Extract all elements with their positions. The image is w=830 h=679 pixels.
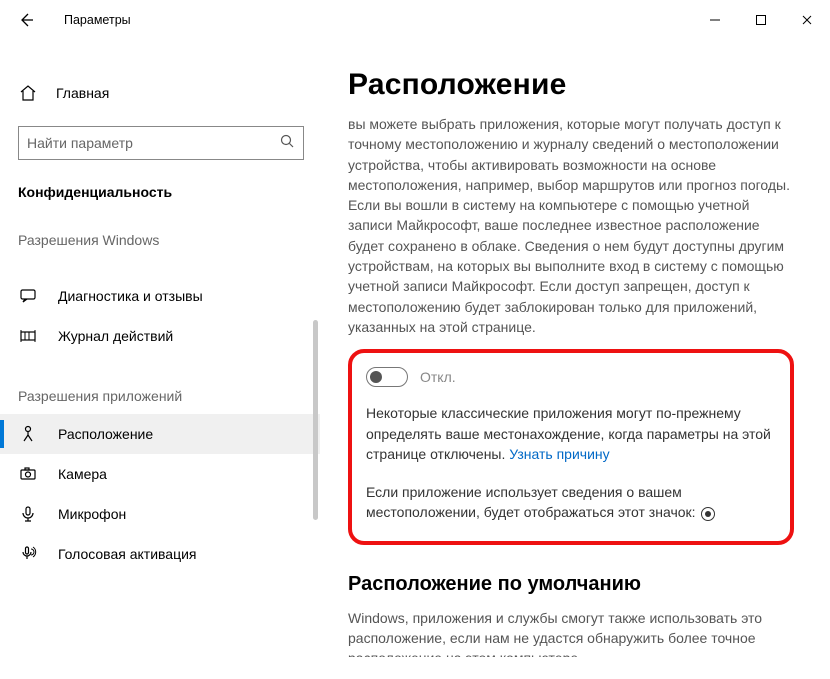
location-description: вы можете выбрать приложения, которые мо… xyxy=(348,114,794,337)
sidebar-item-label: Журнал действий xyxy=(58,328,173,344)
titlebar: Параметры xyxy=(0,0,830,40)
sidebar-item-microphone[interactable]: Микрофон xyxy=(0,494,320,534)
search-icon xyxy=(275,133,299,154)
sidebar-item-label: Микрофон xyxy=(58,506,126,522)
sidebar-home-label: Главная xyxy=(56,85,109,101)
indicator-text: Если приложение использует сведения о ва… xyxy=(366,484,699,520)
camera-icon xyxy=(18,465,38,483)
sidebar-item-camera[interactable]: Камера xyxy=(0,454,320,494)
search-box[interactable] xyxy=(18,126,304,160)
sidebar-item-label: Расположение xyxy=(58,426,153,442)
classic-apps-note: Некоторые классические приложения могут … xyxy=(366,403,776,464)
window-title: Параметры xyxy=(64,13,131,27)
home-icon xyxy=(18,84,38,102)
sidebar-item-partial-top[interactable] xyxy=(0,258,320,276)
sidebar-item-label: Диагностика и отзывы xyxy=(58,288,203,304)
caption-buttons xyxy=(692,4,830,36)
search-input[interactable] xyxy=(27,135,275,151)
microphone-icon xyxy=(18,505,38,523)
group-app-permissions: Разрешения приложений xyxy=(18,388,304,404)
minimize-button[interactable] xyxy=(692,4,738,36)
activity-icon xyxy=(18,327,38,345)
learn-why-link[interactable]: Узнать причину xyxy=(509,446,609,462)
scrollbar-thumb[interactable] xyxy=(313,320,318,520)
location-icon xyxy=(18,425,38,443)
voice-icon xyxy=(18,545,38,563)
back-button[interactable] xyxy=(12,6,40,34)
sidebar-home[interactable]: Главная xyxy=(0,74,320,112)
sidebar-item-voice[interactable]: Голосовая активация xyxy=(0,534,320,574)
highlight-box: Откл. Некоторые классические приложения … xyxy=(348,349,794,544)
settings-window: Параметры Главная Конфиденциальность Ра xyxy=(0,0,830,679)
sidebar-item-partial-bottom[interactable] xyxy=(0,584,320,604)
sidebar-item-label: Камера xyxy=(58,466,107,482)
location-indicator-icon xyxy=(701,507,715,521)
group-windows-permissions: Разрешения Windows xyxy=(18,232,304,248)
location-indicator-note: Если приложение использует сведения о ва… xyxy=(366,482,776,523)
maximize-button[interactable] xyxy=(738,4,784,36)
default-location-title: Расположение по умолчанию xyxy=(348,573,794,596)
sidebar-item-diagnostics[interactable]: Диагностика и отзывы xyxy=(0,276,320,316)
sidebar-item-location[interactable]: Расположение xyxy=(0,414,320,454)
sidebar-item-activity[interactable]: Журнал действий xyxy=(0,316,320,356)
category-title: Конфиденциальность xyxy=(18,184,304,200)
toggle-state-label: Откл. xyxy=(420,369,456,385)
page-title: Расположение xyxy=(348,68,794,102)
location-toggle[interactable] xyxy=(366,367,408,387)
feedback-icon xyxy=(18,287,38,305)
content-pane: Расположение вы можете выбрать приложени… xyxy=(320,40,830,679)
close-button[interactable] xyxy=(784,4,830,36)
sidebar-item-label: Голосовая активация xyxy=(58,546,197,562)
sidebar: Главная Конфиденциальность Разрешения Wi… xyxy=(0,40,320,679)
